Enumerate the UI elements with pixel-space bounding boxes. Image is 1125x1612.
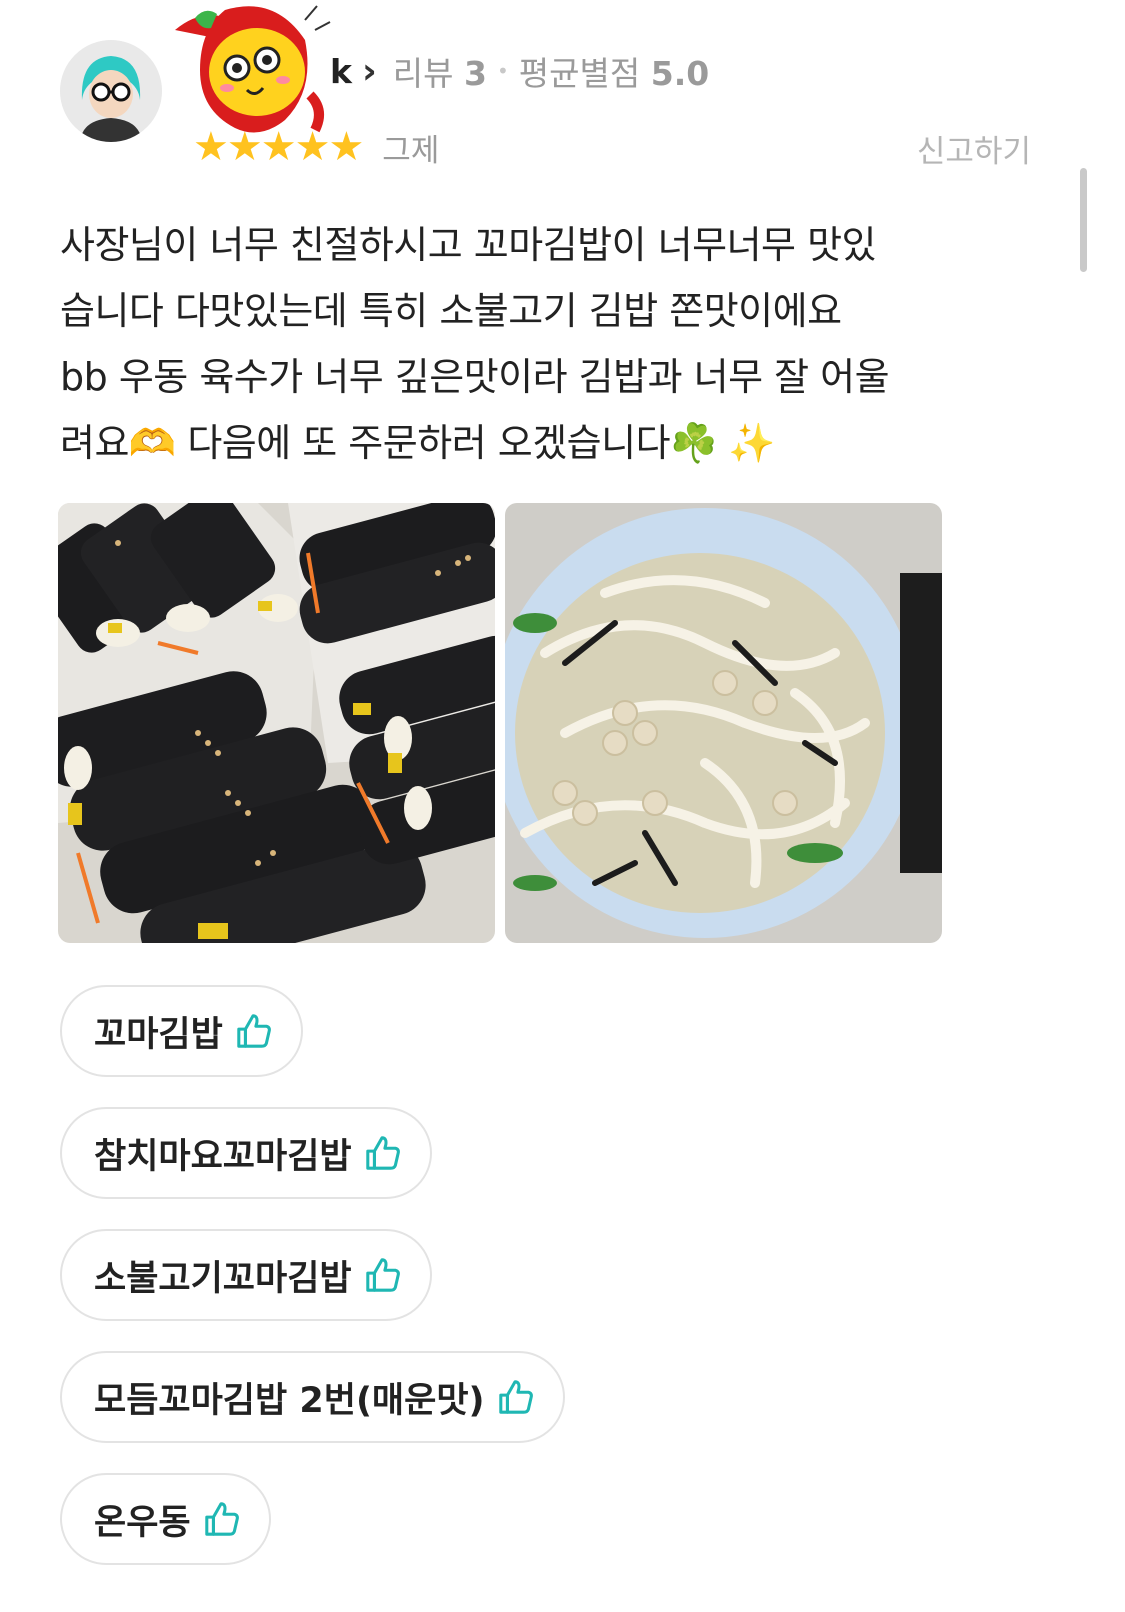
separator-dot: • bbox=[497, 59, 509, 83]
thumbs-up-icon bbox=[204, 1502, 239, 1536]
menu-tag-label: 꼬마김밥 bbox=[94, 1014, 223, 1055]
review-line: 려요🫶 다음에 또 주문하러 오겠습니다☘️ ✨ bbox=[60, 421, 776, 465]
menu-tag-label: 소불고기꼬마김밥 bbox=[94, 1258, 352, 1299]
review-count: 리뷰 3 bbox=[392, 54, 487, 93]
menu-tag-label: 온우동 bbox=[94, 1502, 191, 1543]
chevron-right-icon[interactable]: › bbox=[362, 51, 377, 92]
average-rating: 평균별점 5.0 bbox=[518, 54, 710, 93]
reviewer-avatar[interactable] bbox=[60, 40, 162, 142]
menu-tag[interactable]: 모듬꼬마김밥 2번(매운맛) bbox=[60, 1351, 565, 1443]
review-header: k › 리뷰 3 • 평균별점 5.0 ★★★★★ 그제 신고하기 bbox=[0, 0, 1125, 190]
menu-tag-label: 참치마요꼬마김밥 bbox=[94, 1136, 352, 1177]
thumbs-up-icon bbox=[365, 1258, 400, 1292]
menu-tag-label: 모듬꼬마김밥 2번(매운맛) bbox=[94, 1380, 485, 1421]
udon-photo[interactable] bbox=[505, 503, 942, 943]
report-button[interactable]: 신고하기 bbox=[917, 126, 1031, 171]
rating-row: ★★★★★ 그제 bbox=[193, 124, 440, 170]
thumbs-up-icon bbox=[365, 1136, 400, 1170]
character-sticker bbox=[165, 0, 335, 140]
reviewer-name-row[interactable]: k › 리뷰 3 • 평균별점 5.0 bbox=[330, 48, 709, 94]
review-line: bb 우동 육수가 너무 깊은맛이라 김밥과 너무 잘 어울 bbox=[60, 355, 890, 399]
menu-tag[interactable]: 꼬마김밥 bbox=[60, 985, 303, 1077]
menu-tag[interactable]: 온우동 bbox=[60, 1473, 271, 1565]
review-text: 사장님이 너무 친절하시고 꼬마김밥이 너무너무 맛있 습니다 다맛있는데 특히… bbox=[60, 212, 1050, 476]
scrollbar[interactable] bbox=[1080, 168, 1087, 272]
reviewer-nickname[interactable]: k bbox=[330, 52, 352, 91]
menu-tags: 꼬마김밥 참치마요꼬마김밥 소불고기꼬마김밥 모듬꼬마김밥 2번(매운맛) 온우… bbox=[60, 985, 565, 1595]
thumbs-up-icon bbox=[498, 1380, 533, 1414]
thumbs-up-icon bbox=[237, 1014, 271, 1048]
review-photos bbox=[58, 503, 942, 943]
review-line: 습니다 다맛있는데 특히 소불고기 김밥 쫀맛이에요 bbox=[60, 289, 842, 333]
menu-tag[interactable]: 소불고기꼬마김밥 bbox=[60, 1229, 432, 1321]
review-line: 사장님이 너무 친절하시고 꼬마김밥이 너무너무 맛있 bbox=[60, 223, 877, 267]
menu-tag[interactable]: 참치마요꼬마김밥 bbox=[60, 1107, 432, 1199]
review-date: 그제 bbox=[382, 132, 440, 169]
star-rating: ★★★★★ bbox=[193, 124, 364, 170]
gimbap-photo[interactable] bbox=[58, 503, 495, 943]
